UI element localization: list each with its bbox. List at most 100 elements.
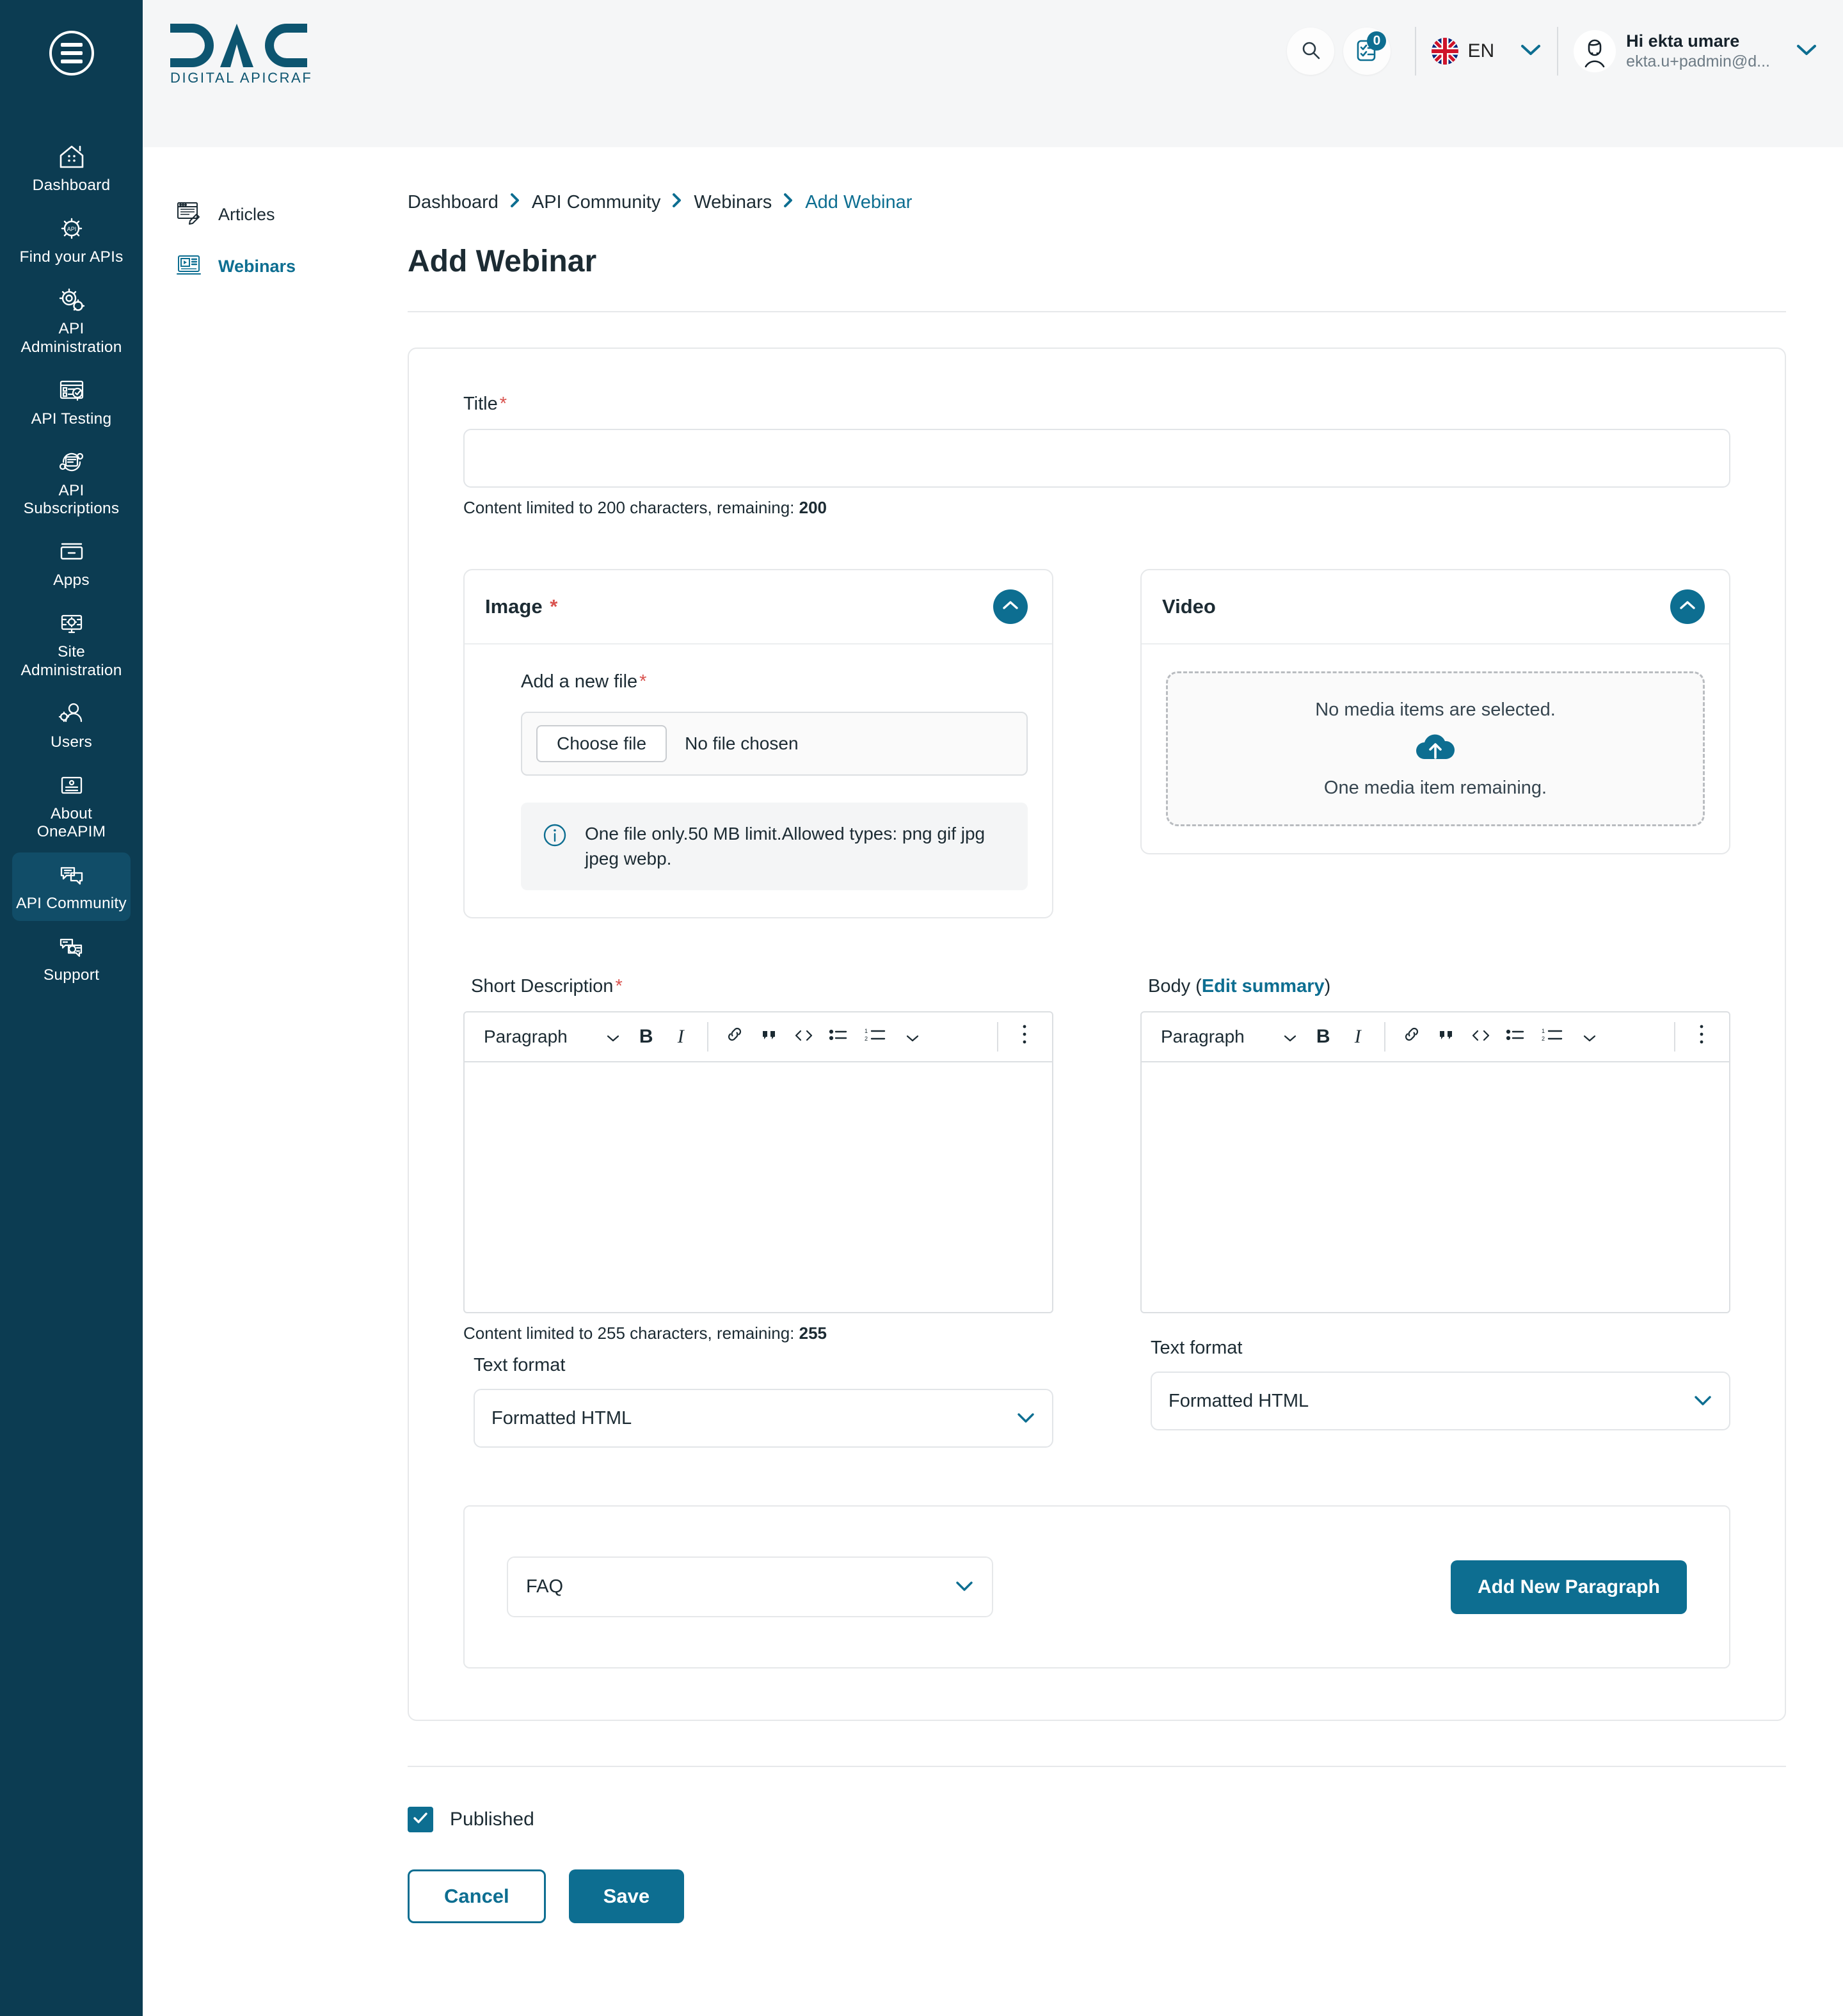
video-remaining-text: One media item remaining. <box>1323 777 1547 798</box>
video-dropzone[interactable]: No media items are selected. One media i… <box>1166 671 1705 826</box>
chevron-down-icon <box>1016 1408 1035 1429</box>
more-options-button[interactable] <box>1684 1020 1719 1054</box>
blockquote-button[interactable] <box>752 1020 786 1054</box>
breadcrumb-item-add-webinar[interactable]: Add Webinar <box>805 192 912 213</box>
paragraph-style-dropdown[interactable]: Paragraph <box>1152 1027 1306 1047</box>
link-button[interactable] <box>717 1020 752 1054</box>
short-description-text-format-label: Text format <box>474 1355 566 1376</box>
sidebar-item-about-oneapim[interactable]: About OneAPIM <box>12 763 131 849</box>
sidebar-item-label: Site Administration <box>20 643 122 679</box>
check-icon <box>412 1811 429 1828</box>
save-button[interactable]: Save <box>568 1869 685 1924</box>
kebab-menu-icon <box>1698 1023 1705 1050</box>
svg-text:DIGITAL APICRAFT: DIGITAL APICRAFT <box>170 70 312 86</box>
body-textarea[interactable] <box>1142 1062 1729 1312</box>
uk-flag-icon <box>1432 38 1459 65</box>
sidebar-item-label: API Administration <box>20 320 122 356</box>
short-description-helper-count: 255 <box>799 1324 827 1343</box>
short-description-text-format-select[interactable]: Formatted HTML <box>474 1389 1053 1448</box>
subnav-item-articles[interactable]: Articles <box>152 189 353 241</box>
sidebar-item-users[interactable]: Users <box>12 691 131 760</box>
body-text-format-select[interactable]: Formatted HTML <box>1151 1372 1730 1431</box>
paragraph-style-value: Paragraph <box>1161 1027 1245 1047</box>
header-actions: 0 EN Hi ekta umare ekta.u+padmin@d... <box>1287 19 1817 83</box>
blockquote-button[interactable] <box>1429 1020 1464 1054</box>
image-panel-title: Image * <box>485 595 557 618</box>
chevron-down-icon <box>955 1576 974 1597</box>
sidebar-item-label: Find your APIs <box>19 248 124 266</box>
breadcrumb-item-api-community[interactable]: API Community <box>532 192 660 213</box>
sidebar-item-api-administration[interactable]: API Administration <box>12 278 131 364</box>
more-options-button[interactable] <box>1007 1020 1042 1054</box>
blockquote-icon <box>1437 1026 1455 1048</box>
video-panel-collapse-button[interactable] <box>1670 589 1705 624</box>
numbered-list-button[interactable]: 1 2 <box>856 1020 895 1054</box>
sidebar-item-api-community[interactable]: API Community <box>12 852 131 922</box>
list-options-dropdown[interactable] <box>1572 1020 1607 1054</box>
sidebar-item-apps[interactable]: Apps <box>12 529 131 598</box>
code-button[interactable] <box>1464 1020 1498 1054</box>
toolbar-divider <box>997 1022 998 1052</box>
user-email: ekta.u+padmin@d... <box>1626 52 1770 71</box>
file-input-row[interactable]: Choose file No file chosen <box>521 712 1028 776</box>
sidebar-item-site-administration[interactable]: Site Administration <box>12 601 131 687</box>
sidebar-item-support[interactable]: Support <box>12 924 131 993</box>
bold-button[interactable]: B <box>629 1020 664 1054</box>
chevron-down-icon <box>1583 1026 1597 1048</box>
toolbar-divider <box>1384 1022 1385 1052</box>
image-panel-title-text: Image <box>485 595 543 618</box>
subnav-item-webinars[interactable]: Webinars <box>152 241 353 292</box>
chevron-up-icon <box>1679 600 1696 614</box>
body-label: Body (Edit summary) <box>1140 976 1730 997</box>
short-description-helper: Content limited to 255 characters, remai… <box>463 1324 1053 1343</box>
published-checkbox[interactable] <box>408 1807 433 1833</box>
italic-button[interactable]: I <box>1341 1020 1375 1054</box>
numbered-list-icon: 1 2 <box>1542 1026 1563 1048</box>
sidebar-item-label: API Subscriptions <box>23 481 120 518</box>
sidebar-item-dashboard[interactable]: Dashboard <box>12 134 131 203</box>
menu-toggle-button[interactable] <box>49 31 94 76</box>
bulleted-list-button[interactable] <box>1498 1020 1533 1054</box>
add-new-paragraph-button[interactable]: Add New Paragraph <box>1450 1560 1687 1614</box>
bold-button[interactable]: B <box>1306 1020 1341 1054</box>
top-header-bar: DIGITAL APICRAFT 0 EN Hi ekta umare ekta… <box>143 0 1843 147</box>
edit-summary-link[interactable]: Edit summary <box>1202 976 1325 996</box>
list-options-dropdown[interactable] <box>895 1020 930 1054</box>
paragraph-type-select[interactable]: FAQ <box>507 1556 993 1618</box>
image-panel-collapse-button[interactable] <box>993 589 1028 624</box>
paragraph-style-dropdown[interactable]: Paragraph <box>475 1027 629 1047</box>
monitor-gear-icon <box>55 608 88 639</box>
link-button[interactable] <box>1394 1020 1429 1054</box>
user-menu[interactable]: Hi ekta umare ekta.u+padmin@d... <box>1574 30 1817 72</box>
video-panel-header: Video <box>1142 570 1729 644</box>
short-description-textarea[interactable] <box>465 1062 1052 1312</box>
sidebar-item-api-testing[interactable]: API Testing <box>12 368 131 436</box>
sidebar-item-api-subscriptions[interactable]: API Subscriptions <box>12 440 131 526</box>
test-checklist-icon <box>55 375 88 406</box>
required-marker: * <box>499 394 507 414</box>
subscription-cycle-icon <box>55 447 88 477</box>
sidebar-item-find-your-apis[interactable]: API Find your APIs <box>12 206 131 275</box>
bulleted-list-button[interactable] <box>821 1020 856 1054</box>
breadcrumb-item-webinars[interactable]: Webinars <box>694 192 772 213</box>
notifications-button[interactable]: 0 <box>1343 28 1391 75</box>
sidebar-item-label: Dashboard <box>32 177 111 194</box>
apps-drawer-icon <box>55 536 88 567</box>
published-checkbox-row: Published <box>408 1807 1786 1833</box>
body-label-suffix: ) <box>1324 976 1331 997</box>
brand-logo: DIGITAL APICRAFT <box>165 16 321 86</box>
text-format-value: Formatted HTML <box>1169 1390 1309 1411</box>
italic-button[interactable]: I <box>664 1020 698 1054</box>
breadcrumb-item-dashboard[interactable]: Dashboard <box>408 192 499 213</box>
subnav-item-label: Articles <box>218 205 275 224</box>
title-input[interactable] <box>463 429 1730 488</box>
sidebar-item-label: Users <box>51 733 92 751</box>
choose-file-button[interactable]: Choose file <box>536 725 667 762</box>
cancel-button[interactable]: Cancel <box>408 1869 546 1924</box>
code-button[interactable] <box>786 1020 821 1054</box>
language-selector[interactable]: EN <box>1432 38 1542 65</box>
search-button[interactable] <box>1287 28 1335 75</box>
numbered-list-button[interactable]: 1 2 <box>1533 1020 1572 1054</box>
header-divider-1 <box>1415 27 1417 76</box>
page-title: Add Webinar <box>408 244 597 278</box>
